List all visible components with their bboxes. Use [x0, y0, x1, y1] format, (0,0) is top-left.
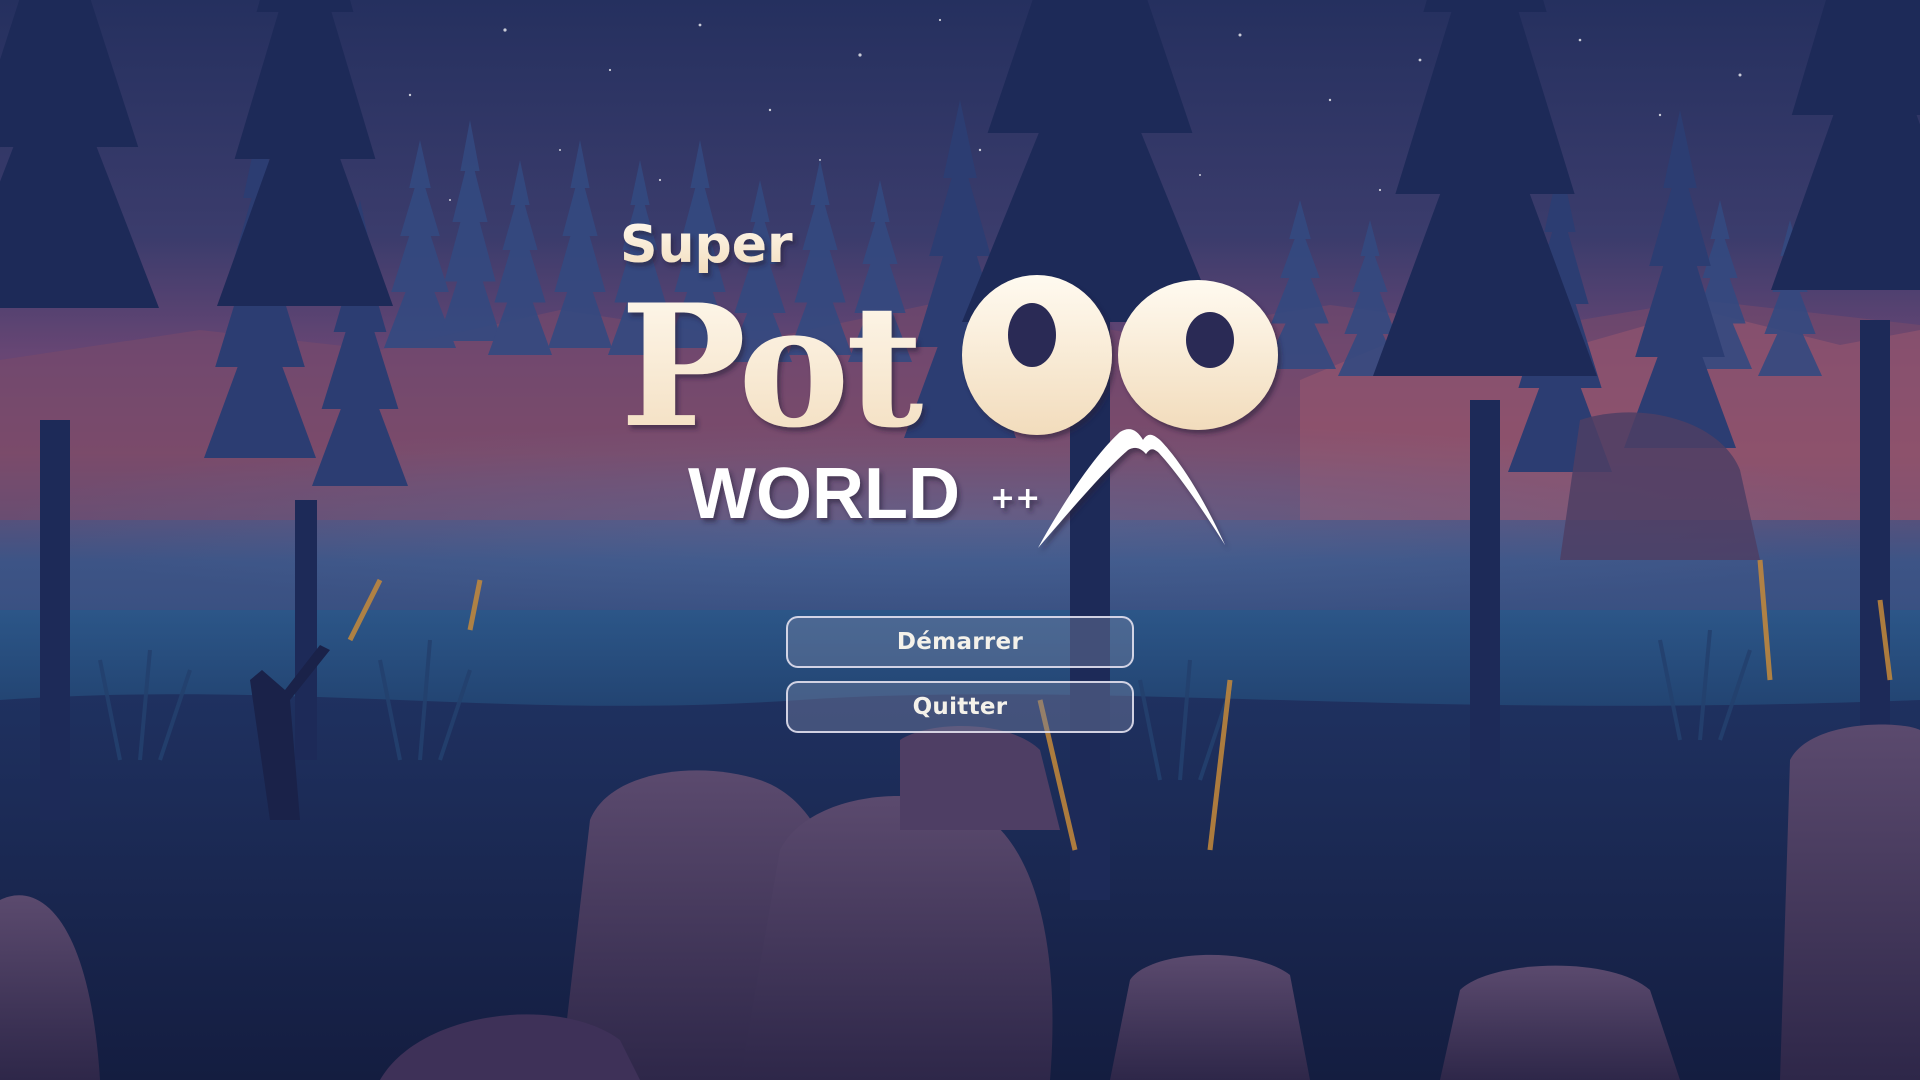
- mountain-peak-icon: [1038, 429, 1225, 548]
- game-logo: Super Pot OO WORLD ++: [620, 215, 1278, 548]
- start-button[interactable]: Démarrer: [786, 616, 1134, 668]
- logo-super-text: Super: [620, 215, 793, 275]
- logo-world-text: WORLD: [688, 454, 960, 534]
- logo-oo-eyes: [962, 275, 1278, 435]
- logo-pot-text: Pot: [620, 267, 923, 465]
- logo-plusplus-text: ++: [990, 481, 1040, 516]
- quit-button[interactable]: Quitter: [786, 681, 1134, 733]
